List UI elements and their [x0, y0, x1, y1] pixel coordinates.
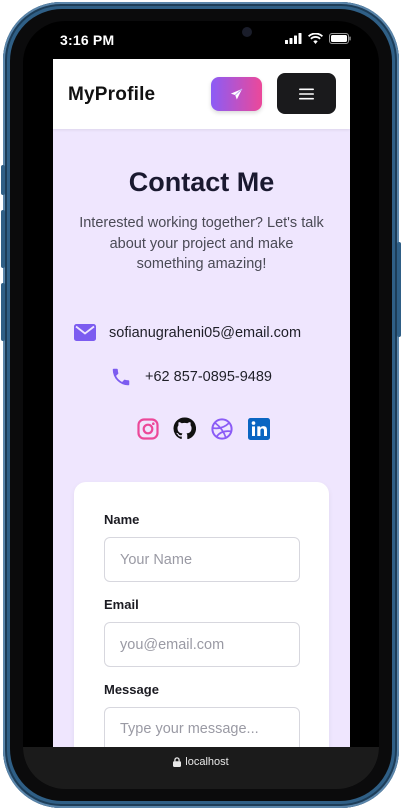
lock-icon: [173, 756, 182, 767]
browser-viewport: MyProfile Contact Me Interested working …: [53, 59, 350, 747]
email-label: Email: [104, 597, 139, 612]
message-label: Message: [104, 682, 159, 697]
url-text: localhost: [185, 755, 229, 768]
navbar: MyProfile: [53, 59, 350, 129]
contact-form: Name Email Message: [74, 482, 329, 747]
email-text: sofianugraheni05@email.com: [109, 324, 302, 341]
hamburger-icon: [299, 88, 314, 99]
phone-icon: [110, 366, 132, 388]
phone-text: +62 857-0895-9489: [145, 369, 272, 385]
side-button: [1, 210, 5, 268]
side-button: [1, 283, 5, 341]
instagram-icon[interactable]: [136, 417, 159, 440]
status-icons: [285, 33, 351, 44]
camera-icon: [242, 27, 252, 37]
side-button: [397, 242, 401, 337]
page-title: Contact Me: [128, 167, 275, 197]
wifi-icon: [308, 33, 323, 44]
signal-icon: [285, 33, 302, 44]
email-contact[interactable]: sofianugraheni05@email.com: [74, 324, 301, 341]
message-textarea[interactable]: [104, 707, 300, 747]
social-links: [136, 417, 270, 440]
send-button[interactable]: [211, 77, 262, 111]
battery-icon: [329, 33, 351, 44]
linkedin-icon[interactable]: [247, 417, 270, 440]
phone-screen: 3:16 PM MyProfile Contact Me Interested …: [23, 21, 379, 789]
side-button: [1, 165, 5, 195]
brand-logo[interactable]: MyProfile: [68, 84, 155, 106]
menu-button[interactable]: [277, 73, 336, 114]
notch: [130, 21, 272, 50]
email-input[interactable]: [104, 622, 300, 667]
github-icon[interactable]: [173, 417, 196, 440]
dribbble-icon[interactable]: [210, 417, 233, 440]
name-input[interactable]: [104, 537, 300, 582]
name-label: Name: [104, 512, 140, 527]
envelope-icon: [74, 324, 96, 341]
status-time: 3:16 PM: [60, 32, 115, 48]
intro-text: Interested working together? Let's talk …: [79, 215, 324, 272]
browser-url-bar[interactable]: localhost: [23, 747, 379, 789]
status-bar: 3:16 PM: [23, 21, 379, 59]
paper-plane-icon: [230, 88, 243, 99]
phone-contact[interactable]: +62 857-0895-9489: [110, 366, 272, 388]
